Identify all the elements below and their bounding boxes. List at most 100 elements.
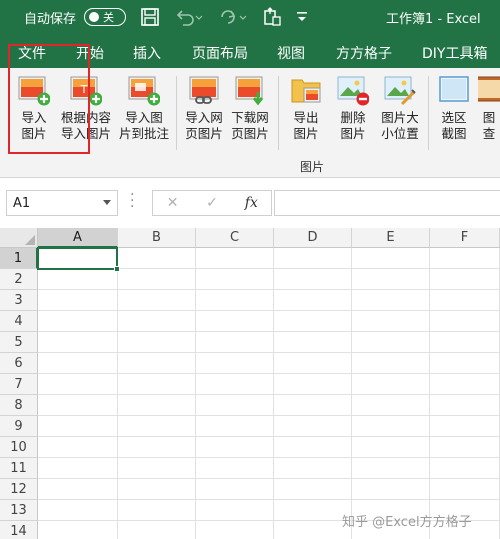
redo-icon[interactable] xyxy=(218,7,248,27)
row-header-14[interactable]: 14 xyxy=(0,521,38,539)
import-to-comment-button[interactable]: 导入图 片到批注 xyxy=(119,74,169,142)
cell-c14[interactable] xyxy=(196,521,274,539)
row-header-6[interactable]: 6 xyxy=(0,353,38,374)
name-box[interactable]: A1 xyxy=(6,190,118,216)
cell-b6[interactable] xyxy=(118,353,196,374)
cell-f12[interactable] xyxy=(430,479,500,500)
cell-b4[interactable] xyxy=(118,311,196,332)
import-web-picture-button[interactable]: 导入网 页图片 xyxy=(184,74,224,142)
cell-f10[interactable] xyxy=(430,437,500,458)
cell-b9[interactable] xyxy=(118,416,196,437)
cell-f9[interactable] xyxy=(430,416,500,437)
column-header-b[interactable]: B xyxy=(118,228,196,248)
formula-input[interactable] xyxy=(274,190,500,216)
insert-function-button[interactable]: fx xyxy=(232,195,271,211)
cell-e3[interactable] xyxy=(352,290,430,311)
cell-a11[interactable] xyxy=(38,458,118,479)
cell-e6[interactable] xyxy=(352,353,430,374)
touch-mode-icon[interactable] xyxy=(262,7,282,27)
cell-a7[interactable] xyxy=(38,374,118,395)
row-header-12[interactable]: 12 xyxy=(0,479,38,500)
cell-b12[interactable] xyxy=(118,479,196,500)
column-header-d[interactable]: D xyxy=(274,228,352,248)
row-header-1[interactable]: 1 xyxy=(0,248,38,269)
cell-e5[interactable] xyxy=(352,332,430,353)
cell-b13[interactable] xyxy=(118,500,196,521)
cell-e10[interactable] xyxy=(352,437,430,458)
cell-d3[interactable] xyxy=(274,290,352,311)
cell-e9[interactable] xyxy=(352,416,430,437)
cell-f5[interactable] xyxy=(430,332,500,353)
row-header-8[interactable]: 8 xyxy=(0,395,38,416)
cell-b2[interactable] xyxy=(118,269,196,290)
cell-b7[interactable] xyxy=(118,374,196,395)
cell-f1[interactable] xyxy=(430,248,500,269)
cell-e8[interactable] xyxy=(352,395,430,416)
cell-a6[interactable] xyxy=(38,353,118,374)
cell-d2[interactable] xyxy=(274,269,352,290)
cell-b11[interactable] xyxy=(118,458,196,479)
download-web-picture-button[interactable]: 下载网 页图片 xyxy=(230,74,270,142)
cell-e12[interactable] xyxy=(352,479,430,500)
fill-handle[interactable] xyxy=(114,266,120,272)
cell-a4[interactable] xyxy=(38,311,118,332)
cell-e11[interactable] xyxy=(352,458,430,479)
cell-d11[interactable] xyxy=(274,458,352,479)
cell-b10[interactable] xyxy=(118,437,196,458)
cell-c3[interactable] xyxy=(196,290,274,311)
cell-c1[interactable] xyxy=(196,248,274,269)
cell-d13[interactable] xyxy=(274,500,352,521)
cell-d4[interactable] xyxy=(274,311,352,332)
cell-a14[interactable] xyxy=(38,521,118,539)
column-header-e[interactable]: E xyxy=(352,228,430,248)
cell-c8[interactable] xyxy=(196,395,274,416)
cell-f7[interactable] xyxy=(430,374,500,395)
cell-e7[interactable] xyxy=(352,374,430,395)
cell-c7[interactable] xyxy=(196,374,274,395)
cell-f2[interactable] xyxy=(430,269,500,290)
row-header-2[interactable]: 2 xyxy=(0,269,38,290)
cell-a2[interactable] xyxy=(38,269,118,290)
cell-d1[interactable] xyxy=(274,248,352,269)
cell-d7[interactable] xyxy=(274,374,352,395)
cell-a10[interactable] xyxy=(38,437,118,458)
drag-handle-icon[interactable]: · · · xyxy=(130,188,134,214)
cell-e4[interactable] xyxy=(352,311,430,332)
cell-c6[interactable] xyxy=(196,353,274,374)
autosave-toggle[interactable]: 关 xyxy=(84,8,127,26)
cell-b8[interactable] xyxy=(118,395,196,416)
cell-a8[interactable] xyxy=(38,395,118,416)
cell-e2[interactable] xyxy=(352,269,430,290)
tab-page-layout[interactable]: 页面布局 xyxy=(192,43,248,63)
cell-a3[interactable] xyxy=(38,290,118,311)
cell-d9[interactable] xyxy=(274,416,352,437)
column-header-a[interactable]: A xyxy=(38,228,118,248)
row-header-3[interactable]: 3 xyxy=(0,290,38,311)
cell-d10[interactable] xyxy=(274,437,352,458)
column-header-f[interactable]: F xyxy=(430,228,500,248)
cell-d12[interactable] xyxy=(274,479,352,500)
select-all-button[interactable] xyxy=(0,228,38,248)
cell-f11[interactable] xyxy=(430,458,500,479)
cell-d6[interactable] xyxy=(274,353,352,374)
cell-a9[interactable] xyxy=(38,416,118,437)
picture-view-button[interactable]: 图查 xyxy=(478,74,500,142)
save-icon[interactable] xyxy=(140,7,160,27)
row-header-10[interactable]: 10 xyxy=(0,437,38,458)
cell-b3[interactable] xyxy=(118,290,196,311)
row-header-11[interactable]: 11 xyxy=(0,458,38,479)
cell-a5[interactable] xyxy=(38,332,118,353)
selection-screenshot-button[interactable]: 选区 截图 xyxy=(434,74,474,142)
row-header-5[interactable]: 5 xyxy=(0,332,38,353)
picture-size-position-button[interactable]: 图片大 小位置 xyxy=(377,74,423,142)
tab-insert[interactable]: 插入 xyxy=(133,43,161,63)
cell-d5[interactable] xyxy=(274,332,352,353)
cell-f4[interactable] xyxy=(430,311,500,332)
row-header-9[interactable]: 9 xyxy=(0,416,38,437)
export-picture-button[interactable]: 导出 图片 xyxy=(286,74,326,142)
cell-c4[interactable] xyxy=(196,311,274,332)
cell-c9[interactable] xyxy=(196,416,274,437)
column-header-c[interactable]: C xyxy=(196,228,274,248)
confirm-entry-button[interactable]: ✓ xyxy=(192,195,231,211)
customize-toolbar-icon[interactable] xyxy=(296,10,308,24)
